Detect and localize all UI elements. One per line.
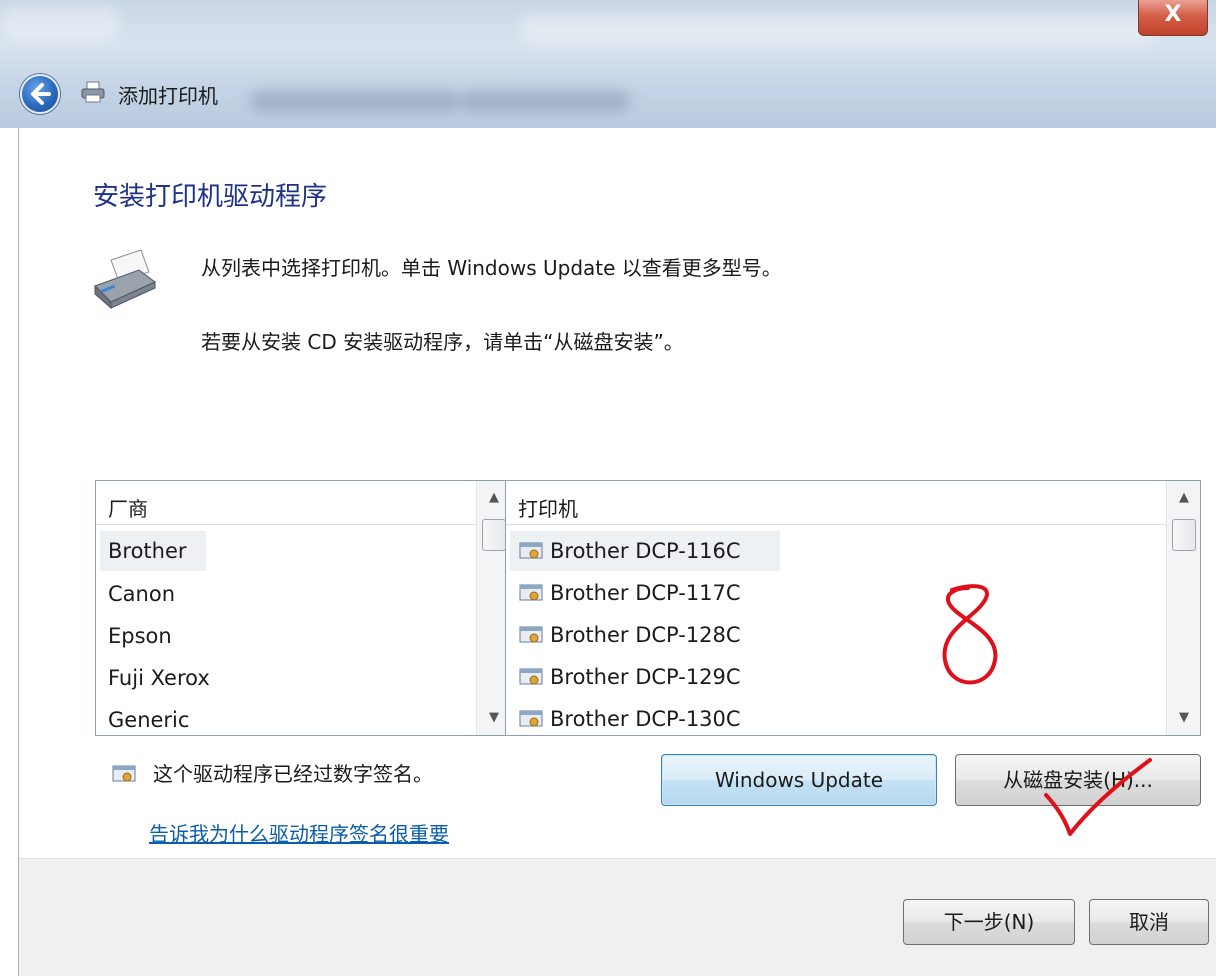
list-item[interactable]: Canon — [100, 574, 175, 614]
manufacturer-header-label: 厂商 — [108, 497, 148, 521]
driver-certificate-icon — [112, 765, 136, 782]
header-divider — [506, 524, 1166, 525]
printer-name: Brother DCP-130C — [550, 707, 741, 731]
have-disk-button[interactable]: 从磁盘安装(H)... — [955, 754, 1201, 806]
printer-icon — [81, 81, 105, 103]
cancel-button[interactable]: 取消 — [1089, 899, 1209, 945]
printer-name: Brother DCP-128C — [550, 623, 741, 647]
title-bar: X 添加打印机 — [0, 0, 1216, 128]
back-arrow-icon — [31, 83, 51, 105]
printer-name: Brother DCP-129C — [550, 665, 741, 689]
glass-reflection — [250, 90, 460, 112]
glass-reflection — [0, 6, 120, 42]
printer-header-label: 打印机 — [518, 497, 578, 521]
printer-name: Brother DCP-116C — [550, 539, 741, 563]
scroll-down-icon[interactable]: ▼ — [1167, 701, 1201, 735]
close-button[interactable]: X — [1138, 0, 1208, 36]
printer-list-item[interactable]: Brother DCP-128C — [510, 615, 741, 655]
scrollbar-thumb[interactable] — [482, 519, 506, 551]
scroll-up-icon[interactable]: ▲ — [1167, 481, 1201, 515]
description-line-2: 若要从安装 CD 安装驱动程序，请单击“从磁盘安装”。 — [201, 330, 684, 354]
list-item[interactable]: Brother — [100, 531, 206, 571]
driver-certificate-icon — [519, 584, 543, 601]
signature-info: 这个驱动程序已经过数字签名。 — [111, 758, 433, 787]
driver-certificate-icon — [519, 626, 543, 643]
manufacturer-list[interactable]: 厂商 Brother Canon Epson Fuji Xerox Generi… — [95, 480, 511, 736]
window-title: 添加打印机 — [118, 84, 218, 108]
printer-column-header[interactable]: 打印机 — [506, 481, 1166, 525]
printer-list-item[interactable]: Brother DCP-129C — [510, 657, 741, 697]
list-item[interactable]: Fuji Xerox — [100, 658, 210, 698]
back-button[interactable] — [20, 74, 60, 114]
manufacturer-column-header[interactable]: 厂商 — [96, 481, 476, 525]
signature-text: 这个驱动程序已经过数字签名。 — [153, 762, 433, 786]
driver-signing-link[interactable]: 告诉我为什么驱动程序签名很重要 — [149, 818, 449, 847]
printer-list-item[interactable]: Brother DCP-130C — [510, 699, 741, 739]
description-line-1: 从列表中选择打印机。单击 Windows Update 以查看更多型号。 — [201, 256, 782, 280]
scrollbar-thumb[interactable] — [1172, 519, 1196, 551]
glass-reflection — [460, 90, 630, 112]
printer-name: Brother DCP-117C — [550, 581, 741, 605]
driver-certificate-icon — [519, 710, 543, 727]
wizard-content: 安装打印机驱动程序 从列表中选择打印机。单击 Windows Update 以查… — [18, 128, 1216, 976]
list-item[interactable]: Generic — [100, 700, 189, 740]
printer-icon — [94, 249, 156, 310]
windows-update-button[interactable]: Windows Update — [661, 754, 937, 806]
next-button[interactable]: 下一步(N) — [903, 899, 1075, 945]
printer-scrollbar[interactable]: ▲ ▼ — [1166, 481, 1200, 735]
printer-list[interactable]: 打印机 Brother DCP-116C Brother DCP-117C Br… — [505, 480, 1201, 736]
list-item[interactable]: Epson — [100, 616, 172, 656]
driver-certificate-icon — [519, 668, 543, 685]
header-divider — [96, 524, 476, 525]
printer-list-item[interactable]: Brother DCP-117C — [510, 573, 741, 613]
page-heading: 安装打印机驱动程序 — [93, 182, 328, 212]
wizard-footer: 下一步(N) 取消 — [19, 858, 1216, 976]
glass-reflection — [520, 14, 1160, 44]
driver-certificate-icon — [519, 542, 543, 559]
printer-list-item[interactable]: Brother DCP-116C — [510, 531, 780, 571]
